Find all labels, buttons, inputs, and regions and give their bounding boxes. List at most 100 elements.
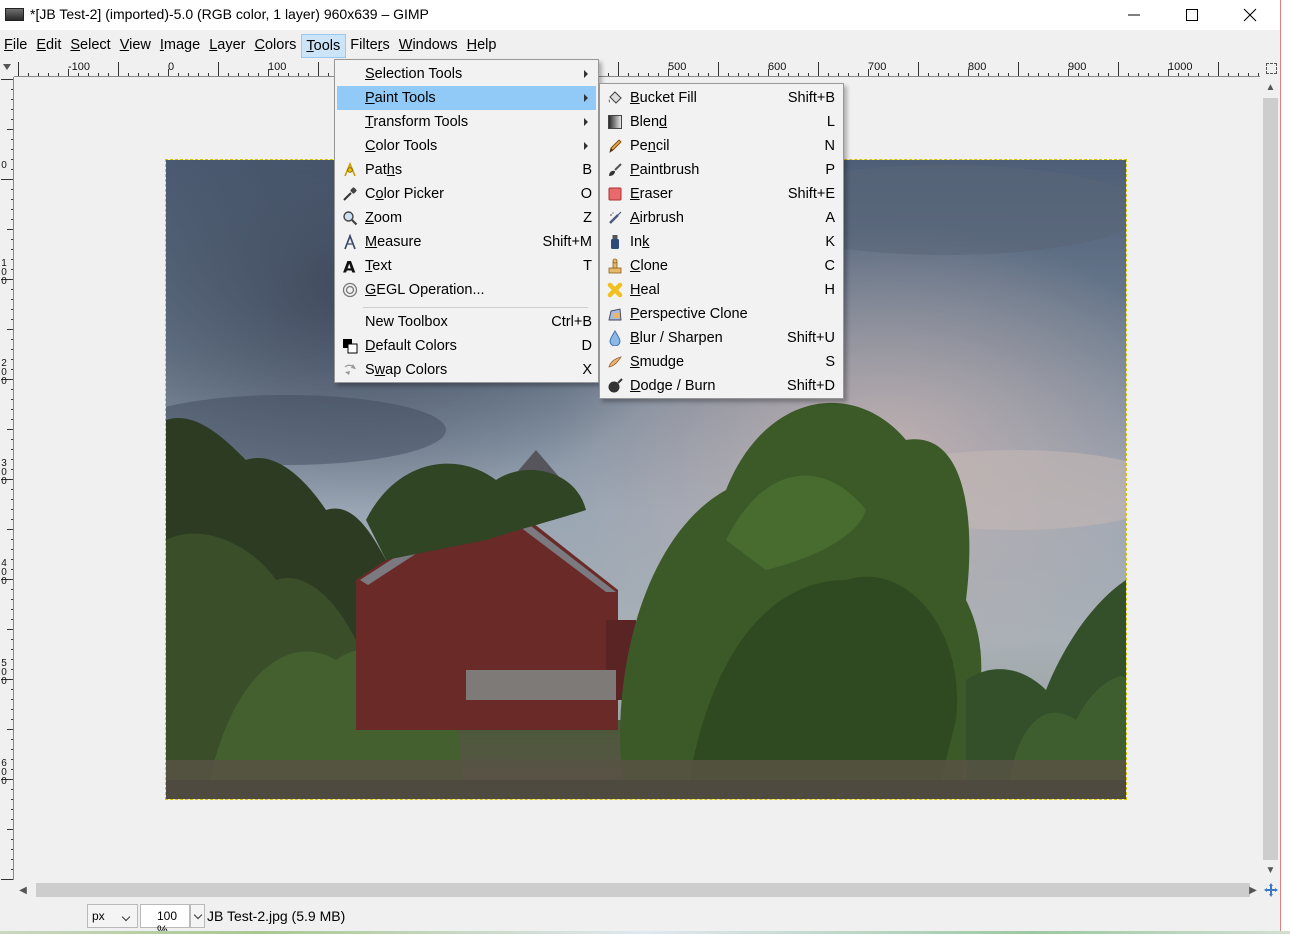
eraser-icon: [607, 186, 623, 202]
menu-windows[interactable]: Windows: [395, 34, 463, 58]
menu-item-label: Pencil: [630, 138, 670, 154]
menu-mnemonic: r: [377, 37, 383, 53]
label-part: C: [365, 186, 376, 202]
menu-item-label: Color Picker: [365, 186, 444, 202]
navigate-icon[interactable]: [1262, 881, 1280, 899]
menu-bar: File Edit Select View Image Layer Colors Tools F…: [0, 34, 1280, 58]
menu-filters[interactable]: Filters: [346, 34, 395, 58]
menu-item-shortcut: Shift+U: [787, 330, 835, 346]
menu-colors[interactable]: Colors: [250, 34, 301, 58]
menu-item-paintbrush[interactable]: Paintbrush P: [602, 158, 841, 182]
label-mnemonic: D: [630, 378, 641, 394]
menu-item-label: Clone: [630, 258, 668, 274]
menu-item-paint-tools[interactable]: Paint Tools: [337, 86, 596, 110]
scroll-down-icon[interactable]: ▼: [1261, 861, 1280, 879]
menu-item-transform-tools[interactable]: Transform Tools: [337, 110, 596, 134]
label-mnemonic: n: [647, 138, 656, 154]
label-part: ucket Fill: [639, 90, 697, 106]
vertical-ruler[interactable]: 0 1 0 0 2 0 0 3 0 0 4 0 0 5 0 0 6 0 0: [0, 77, 14, 880]
menu-layer[interactable]: Layer: [205, 34, 250, 58]
menu-file[interactable]: File: [0, 34, 32, 58]
menu-item-shortcut: B: [582, 162, 592, 178]
blur-sharpen-icon: [607, 330, 623, 346]
vertical-scrollbar[interactable]: ▲ ▼: [1261, 78, 1280, 880]
menu-item-color-tools[interactable]: Color Tools: [337, 134, 596, 158]
paintbrush-icon: [607, 162, 623, 178]
quick-mask-toggle-icon[interactable]: [1262, 60, 1280, 77]
label-part: lone: [640, 258, 668, 274]
menu-item-label: GEGL Operation...: [365, 282, 485, 298]
menu-item-smudge[interactable]: Smudge S: [602, 350, 841, 374]
label-mnemonic: C: [630, 258, 641, 274]
menu-item-zoom[interactable]: Zoom Z: [337, 206, 596, 230]
menu-item-shortcut: L: [826, 114, 835, 130]
horizontal-scroll-thumb[interactable]: [36, 883, 1250, 897]
label-part: lor Picker: [383, 186, 444, 202]
label-mnemonic: P: [630, 306, 640, 322]
text-icon: A: [342, 258, 358, 274]
menu-item-shortcut: D: [581, 338, 592, 354]
menu-item-pencil[interactable]: Pencil N: [602, 134, 841, 158]
menu-help[interactable]: Help: [463, 34, 502, 58]
menu-item-shortcut: S: [825, 354, 835, 370]
horizontal-scrollbar[interactable]: ◀ ▶: [14, 881, 1262, 899]
menu-item-new-toolbox[interactable]: New Toolbox Ctrl+B: [337, 310, 596, 334]
label-mnemonic: A: [630, 210, 640, 226]
vertical-scroll-thumb[interactable]: [1263, 98, 1278, 860]
menu-item-label: Paintbrush: [630, 162, 699, 178]
menu-item-blur-sharpen[interactable]: Blur / Sharpen Shift+U: [602, 326, 841, 350]
minimize-button[interactable]: [1105, 0, 1163, 30]
menu-item-perspective-clone[interactable]: Perspective Clone: [602, 302, 841, 326]
menu-item-clone[interactable]: Clone C: [602, 254, 841, 278]
label-part: Pat: [365, 162, 387, 178]
menu-item-airbrush[interactable]: Airbrush A: [602, 206, 841, 230]
menu-item-measure[interactable]: Measure Shift+M: [337, 230, 596, 254]
clone-icon: [607, 258, 623, 274]
label-mnemonic: E: [630, 186, 640, 202]
menu-item-shortcut: Shift+E: [787, 186, 835, 202]
menu-view[interactable]: View: [116, 34, 156, 58]
menu-item-gegl-operation[interactable]: GEGL Operation...: [337, 278, 596, 302]
menu-item-default-colors[interactable]: Default Colors D: [337, 334, 596, 358]
ruler-tick-label: 4 0 0: [1, 558, 7, 587]
menu-item-paths[interactable]: Paths B: [337, 158, 596, 182]
menu-item-heal[interactable]: Heal H: [602, 278, 841, 302]
menu-edit[interactable]: Edit: [32, 34, 66, 58]
zoom-input[interactable]: 100 %: [140, 904, 190, 934]
chevron-down-icon: [193, 910, 203, 920]
ruler-tick-label: 700: [868, 61, 887, 73]
menu-item-label: Default Colors: [365, 338, 457, 354]
menu-item-color-picker[interactable]: Color Picker O: [337, 182, 596, 206]
minimize-icon: [1128, 14, 1140, 16]
scroll-up-icon[interactable]: ▲: [1261, 78, 1280, 96]
gegl-icon: [342, 282, 358, 298]
menu-item-selection-tools[interactable]: Selection Tools: [337, 62, 596, 86]
menu-item-label: Eraser: [630, 186, 673, 202]
menu-item-text[interactable]: A Text T: [337, 254, 596, 278]
maximize-icon: [1186, 9, 1198, 21]
horizontal-ruler[interactable]: -100 0 100 500 600 700 800 900 1000: [14, 60, 1260, 77]
menu-item-eraser[interactable]: Eraser Shift+E: [602, 182, 841, 206]
menu-item-blend[interactable]: Blend L: [602, 110, 841, 134]
menu-item-swap-colors[interactable]: Swap Colors X: [337, 358, 596, 382]
unit-select[interactable]: px: [87, 904, 138, 928]
ruler-corner-button[interactable]: [0, 60, 14, 77]
scroll-left-icon[interactable]: ◀: [14, 881, 32, 899]
menu-item-shortcut: C: [824, 258, 835, 274]
heal-icon: [607, 282, 623, 298]
menu-item-bucket-fill[interactable]: Bucket Fill Shift+B: [602, 86, 841, 110]
menu-tools[interactable]: Tools: [301, 34, 347, 58]
zoom-dropdown-button[interactable]: [190, 904, 205, 928]
ruler-tick-label: 0: [1, 160, 7, 171]
menu-select[interactable]: Select: [66, 34, 115, 58]
menu-label-part: s: [382, 37, 390, 53]
label-mnemonic: D: [365, 338, 376, 354]
close-button[interactable]: [1221, 0, 1279, 30]
maximize-button[interactable]: [1163, 0, 1221, 30]
menu-item-dodge-burn[interactable]: Dodge / Burn Shift+D: [602, 374, 841, 398]
menu-item-label: Blend: [630, 114, 667, 130]
menu-item-ink[interactable]: Ink K: [602, 230, 841, 254]
menu-image[interactable]: Image: [156, 34, 205, 58]
status-bar: px 100 % JB Test-2.jpg (5.9 MB): [0, 901, 1280, 934]
scroll-right-icon[interactable]: ▶: [1244, 881, 1262, 899]
